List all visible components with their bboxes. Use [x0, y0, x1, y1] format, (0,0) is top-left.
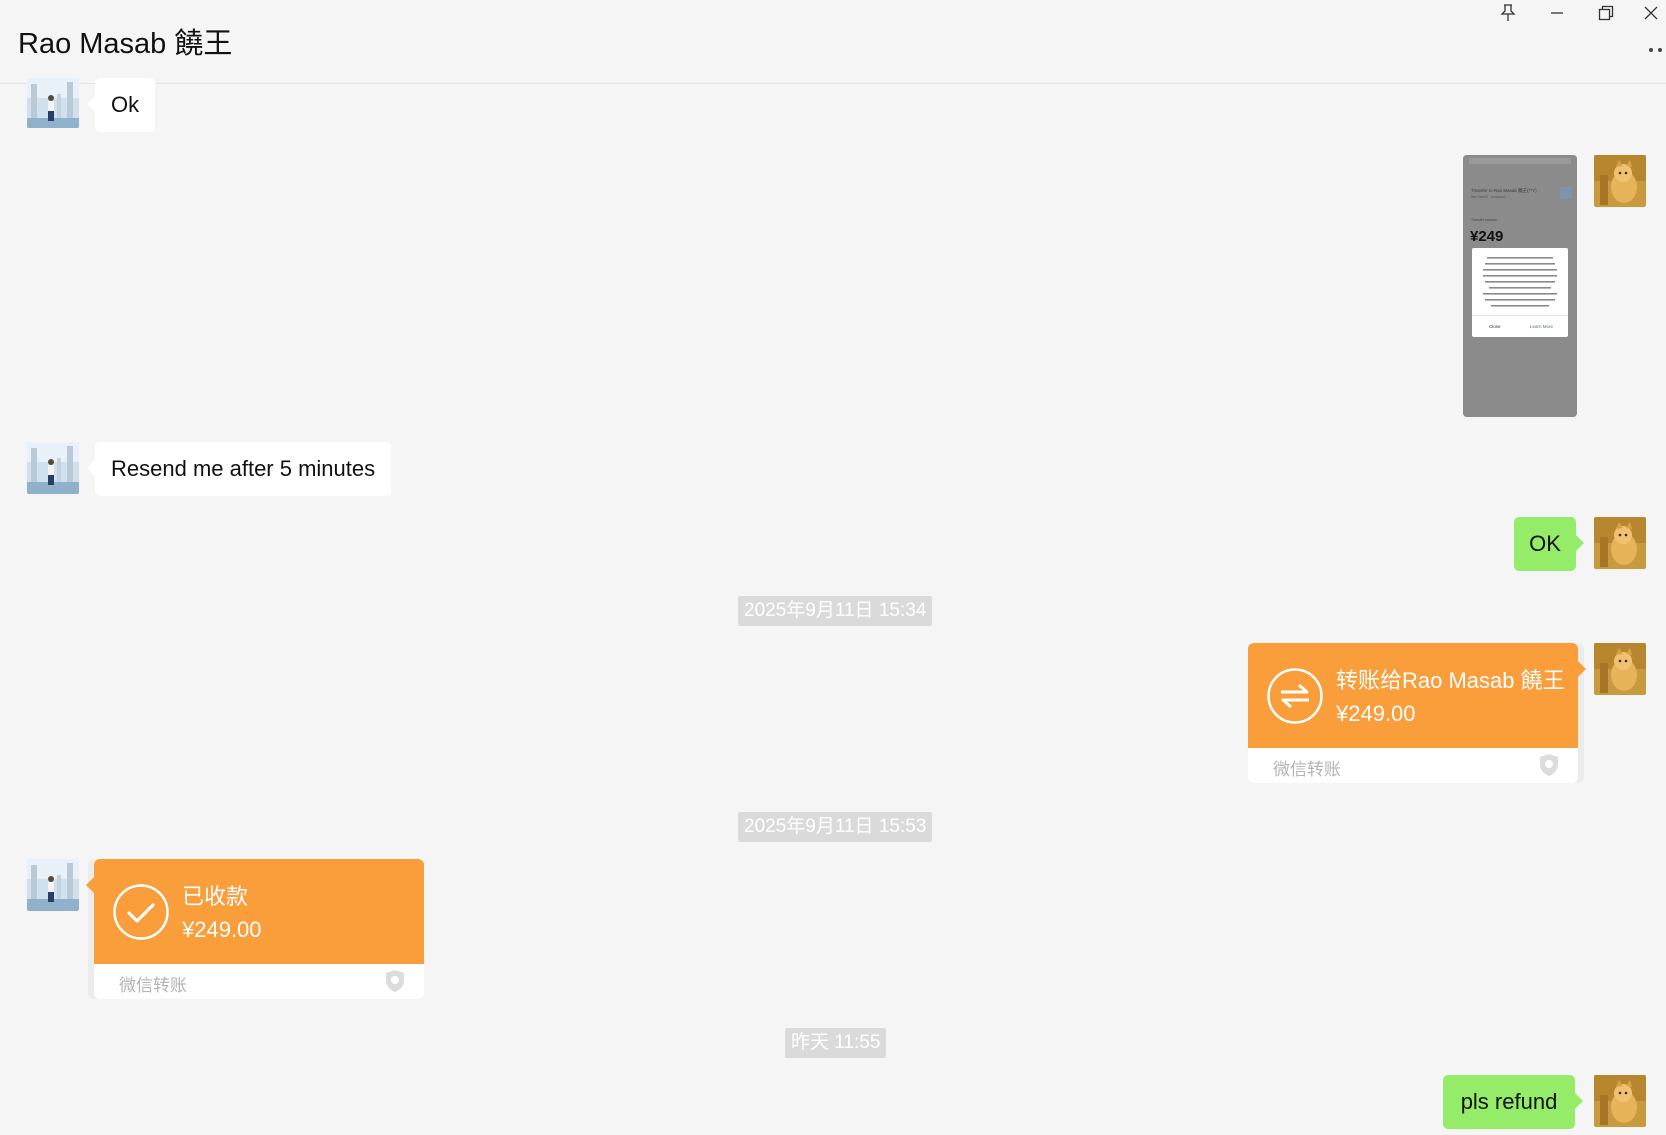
transfer-title: 已收款 [182, 884, 249, 909]
image-message[interactable]: Transfer to Rao Masab 饒王(**Y) WeChat ID … [1463, 155, 1577, 417]
transfer-arrows-icon [1266, 667, 1324, 725]
thumb-amount-label: Transfer amount [1471, 218, 1497, 222]
thumb-learn-more: Learn More [1530, 324, 1554, 329]
my-avatar[interactable] [1594, 1075, 1646, 1127]
title-bar: Rao Masab 饒王 [0, 0, 1666, 84]
transfer-amount: ¥249.00 [182, 917, 262, 942]
thumb-close: Close [1489, 324, 1501, 329]
minimize-icon[interactable] [1537, 0, 1577, 26]
contact-avatar[interactable] [27, 442, 79, 494]
chat-title: Rao Masab 饒王 [18, 28, 233, 60]
message-bubble-incoming[interactable]: Resend me after 5 minutes [86, 442, 392, 496]
transfer-title: 转账给Rao Masab 饒王 [1336, 668, 1565, 693]
my-avatar[interactable] [1594, 517, 1646, 569]
message-bubble-outgoing[interactable]: OK [1514, 517, 1584, 571]
transfer-card-header: 已收款 ¥249.00 [86, 859, 424, 964]
transfer-card-incoming[interactable]: 已收款 ¥249.00 微信转账 [86, 859, 424, 999]
transfer-footer-label: 微信转账 [119, 976, 187, 995]
check-icon [112, 883, 170, 941]
message-bubble-outgoing[interactable]: pls refund [1443, 1075, 1583, 1129]
my-avatar[interactable] [1594, 643, 1646, 695]
restore-icon[interactable] [1586, 0, 1626, 26]
thumb-subheader: WeChat ID · (masked) [1471, 195, 1506, 199]
timestamp: 2025年9月11日 15:34 [738, 596, 933, 626]
more-icon[interactable] [1634, 40, 1666, 60]
timestamp: 昨天 11:55 [785, 1028, 887, 1058]
contact-avatar[interactable] [27, 859, 79, 911]
transfer-card-outgoing[interactable]: 转账给Rao Masab 饒王 ¥249.00 微信转账 [1248, 643, 1586, 783]
pin-icon[interactable] [1488, 0, 1528, 26]
contact-avatar[interactable] [27, 78, 79, 128]
close-icon[interactable] [1636, 0, 1666, 26]
thumb-amount: ¥249 [1470, 228, 1503, 245]
transfer-footer-label: 微信转账 [1273, 760, 1341, 779]
transfer-amount: ¥249.00 [1336, 701, 1416, 726]
transfer-card-header: 转账给Rao Masab 饒王 ¥249.00 [1248, 643, 1586, 748]
timestamp: 2025年9月11日 15:53 [738, 812, 933, 842]
message-bubble-incoming[interactable]: Ok [86, 78, 156, 132]
thumb-header: Transfer to Rao Masab 饒王(**Y) [1471, 187, 1537, 194]
shield-icon [1538, 753, 1560, 782]
my-avatar[interactable] [1594, 155, 1646, 207]
shield-icon [384, 969, 406, 998]
